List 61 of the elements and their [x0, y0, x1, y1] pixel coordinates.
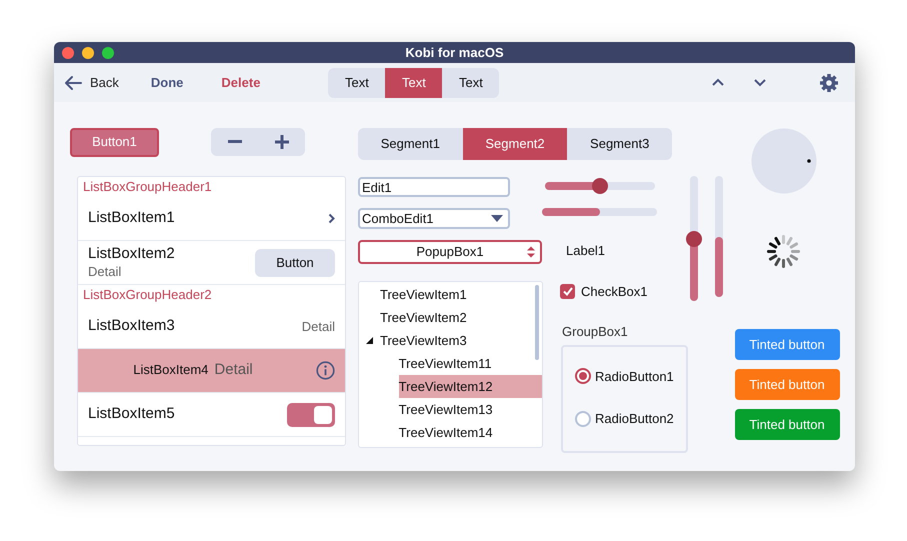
combo-edit[interactable]: ComboEdit1: [358, 208, 510, 229]
plus-icon[interactable]: [274, 135, 288, 149]
slider-thumb[interactable]: [592, 178, 608, 194]
item-title: ListBoxItem1: [88, 208, 176, 228]
close-button[interactable]: [62, 46, 74, 58]
item-button[interactable]: Button: [255, 248, 335, 276]
chevron-right-icon: [328, 213, 335, 224]
settings-icon[interactable]: [819, 72, 839, 92]
radio-button[interactable]: [575, 410, 591, 427]
edit-field[interactable]: Edit1: [358, 177, 510, 197]
minimize-button[interactable]: [82, 46, 94, 58]
info-icon[interactable]: [316, 361, 335, 380]
done-button[interactable]: Done: [150, 72, 184, 92]
item-detail: Detail: [214, 360, 253, 380]
loading-spinner-icon: [764, 233, 802, 270]
checkbox-label: CheckBox1: [581, 282, 648, 300]
chevron-up-icon[interactable]: [711, 78, 725, 87]
slider-thumb[interactable]: [686, 230, 702, 246]
radio-label: RadioButton2: [595, 410, 674, 428]
checkbox[interactable]: [560, 284, 575, 299]
minus-icon[interactable]: [228, 140, 242, 144]
tree-item[interactable]: TreeViewItem11: [398, 352, 542, 375]
item-title: ListBoxItem3: [88, 316, 176, 336]
popup-box[interactable]: PopupBox1: [358, 240, 542, 264]
segment[interactable]: Segment3: [567, 128, 672, 160]
toggle-switch[interactable]: [287, 402, 335, 426]
delete-button[interactable]: Delete: [221, 72, 260, 92]
tree-item[interactable]: TreeViewItem12: [398, 375, 542, 398]
up-down-arrows-icon: [526, 245, 536, 259]
group-header: ListBoxGroupHeader2: [82, 286, 213, 304]
segment[interactable]: Segment1: [358, 128, 463, 160]
chevron-down-icon[interactable]: [753, 78, 767, 87]
item-title: ListBoxItem2: [88, 244, 176, 262]
group-header: ListBoxGroupHeader1: [82, 178, 213, 196]
toolbar-tab[interactable]: Text: [442, 68, 500, 98]
window-title: Kobi for macOS: [405, 44, 504, 62]
button1[interactable]: Button1: [70, 128, 159, 156]
list-item[interactable]: ListBoxItem4 Detail: [78, 349, 345, 393]
item-detail: Detail: [88, 262, 122, 280]
tree-item[interactable]: TreeViewItem1: [380, 283, 533, 306]
segment[interactable]: Segment2: [462, 128, 568, 160]
item-detail: Detail: [302, 318, 335, 336]
expander-icon[interactable]: [366, 337, 373, 344]
group-box-title: GroupBox1: [562, 323, 629, 341]
scrollbar-thumb[interactable]: [535, 285, 539, 360]
zoom-button[interactable]: [102, 46, 114, 58]
tree-item[interactable]: TreeViewItem3: [380, 329, 533, 352]
tree-item[interactable]: TreeViewItem2: [380, 306, 533, 329]
label-text: Label1: [566, 242, 606, 260]
dropdown-arrow-icon: [491, 215, 503, 222]
tree-item[interactable]: TreeViewItem13: [398, 398, 542, 421]
toolbar-tab[interactable]: Text: [385, 68, 442, 98]
back-arrow-icon: [64, 74, 82, 90]
radio-button[interactable]: [575, 368, 591, 384]
item-title: ListBoxItem5: [88, 404, 176, 424]
toolbar-tab[interactable]: Text: [328, 68, 386, 98]
radio-label: RadioButton1: [595, 368, 674, 386]
item-title: ListBoxItem4: [133, 361, 208, 380]
checkmark-icon: [562, 286, 572, 296]
tree-item[interactable]: TreeViewItem14: [398, 421, 542, 444]
back-button[interactable]: Back: [64, 72, 119, 92]
